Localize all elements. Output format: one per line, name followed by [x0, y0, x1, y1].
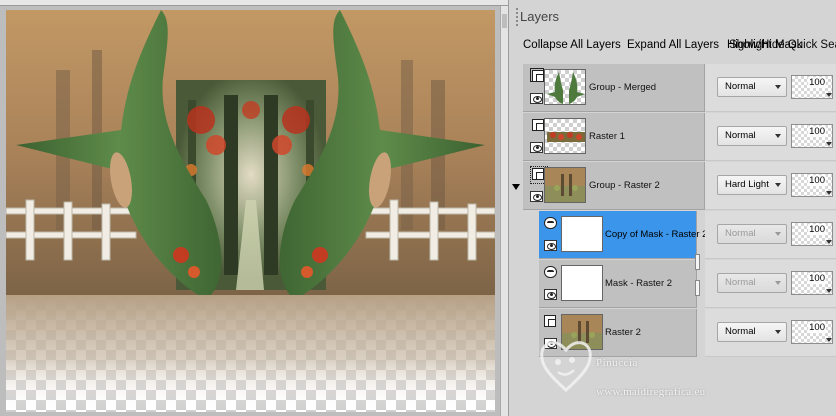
blend-mode-dropdown[interactable]: Normal: [717, 126, 787, 146]
chevron-down-icon: [775, 183, 781, 187]
blend-mode-dropdown: Normal: [717, 273, 787, 293]
layer-name: Copy of Mask - Raster 2: [605, 229, 708, 240]
chevron-down-icon: [775, 134, 781, 138]
layer-properties: Normal 100: [705, 260, 836, 308]
layer-properties: Normal 100: [705, 211, 836, 259]
eye-icon[interactable]: [544, 338, 557, 349]
opacity-field[interactable]: 100: [791, 320, 833, 344]
layer-row[interactable]: Copy of Mask - Raster 2 Normal 100: [509, 211, 836, 259]
layer-row[interactable]: Mask - Raster 2 Normal 100: [509, 260, 836, 308]
layer-thumbnail: [544, 167, 586, 203]
layer-thumbnail: [544, 118, 586, 154]
layer-name: Group - Raster 2: [589, 180, 660, 191]
spin-down-icon[interactable]: [826, 240, 832, 245]
mask-layer-icon: [544, 266, 557, 278]
layer-thumbnail: [561, 216, 603, 252]
chevron-down-icon: [775, 232, 781, 236]
opacity-value: 100: [808, 322, 826, 333]
canvas-top-strip: [0, 0, 508, 6]
collapse-all-layers-button[interactable]: Collapse All Layers: [523, 39, 621, 51]
mask-layer-icon: [544, 217, 557, 229]
blend-mode-value: Normal: [725, 81, 756, 92]
eye-icon[interactable]: [530, 142, 543, 153]
layer-row-main[interactable]: Mask - Raster 2: [539, 260, 697, 308]
spin-down-icon[interactable]: [826, 289, 832, 294]
layer-row[interactable]: Group - Raster 2 Hard Light 100: [509, 162, 836, 210]
blend-mode-value: Normal: [725, 326, 756, 337]
expand-arrow-icon[interactable]: [512, 184, 520, 190]
opacity-field[interactable]: 100: [791, 75, 833, 99]
raster-layer-icon: [544, 315, 556, 327]
layers-panel: Layers Collapse All Layers Expand All La…: [508, 0, 836, 416]
layer-row[interactable]: Raster 1 Normal 100: [509, 113, 836, 161]
layer-name: Mask - Raster 2: [605, 278, 673, 289]
raster-layer-icon: [532, 119, 544, 131]
app-window: Layers Collapse All Layers Expand All La…: [0, 0, 836, 416]
layer-row-main[interactable]: Group - Merged: [523, 64, 705, 112]
layer-thumbnail: [561, 314, 603, 350]
blend-mode-value: Normal: [725, 277, 756, 288]
column-splitter-handle[interactable]: [694, 254, 700, 314]
canvas-artwork: [6, 10, 495, 412]
opacity-value: 100: [808, 175, 826, 186]
layer-name: Raster 2: [605, 327, 641, 338]
layers-list: Group - Merged Normal 100 Raster 1 Norma…: [509, 64, 836, 416]
group-layer-icon: [530, 68, 544, 82]
layer-name: Group - Merged: [589, 82, 657, 93]
opacity-field[interactable]: 100: [791, 271, 833, 295]
layer-row-main[interactable]: Group - Raster 2: [523, 162, 705, 210]
blend-mode-dropdown[interactable]: Normal: [717, 77, 787, 97]
eye-icon[interactable]: [530, 93, 543, 104]
layer-properties: Normal 100: [705, 309, 836, 357]
blend-mode-value: Hard Light: [725, 179, 769, 190]
spin-down-icon[interactable]: [826, 191, 832, 196]
group-layer-icon: [530, 166, 548, 184]
layer-row-main[interactable]: Copy of Mask - Raster 2: [539, 211, 707, 259]
layer-thumbnail: [544, 69, 586, 105]
canvas-vertical-scrollbar[interactable]: [500, 6, 508, 416]
chevron-down-icon: [775, 281, 781, 285]
canvas-area[interactable]: [0, 0, 508, 416]
layer-properties: Normal 100: [705, 64, 836, 112]
eye-icon[interactable]: [530, 191, 543, 202]
layer-thumbnail: [561, 265, 603, 301]
eye-icon[interactable]: [544, 240, 557, 251]
opacity-value: 100: [808, 77, 826, 88]
opacity-value: 100: [808, 224, 826, 235]
spin-down-icon[interactable]: [826, 142, 832, 147]
opacity-value: 100: [808, 273, 826, 284]
blend-mode-value: Normal: [725, 130, 756, 141]
opacity-value: 100: [808, 126, 826, 137]
layers-toolbar: Collapse All Layers Expand All Layers Hi…: [509, 36, 836, 58]
opacity-field[interactable]: 100: [791, 173, 833, 197]
opacity-field[interactable]: 100: [791, 222, 833, 246]
opacity-field[interactable]: 100: [791, 124, 833, 148]
panel-title: Layers: [520, 9, 560, 24]
blend-mode-value: Normal: [725, 228, 756, 239]
eye-icon[interactable]: [544, 289, 557, 300]
spin-down-icon[interactable]: [826, 338, 832, 343]
layer-row[interactable]: Group - Merged Normal 100: [509, 64, 836, 112]
panel-grip-handle[interactable]: [516, 8, 518, 28]
layer-properties: Normal 100: [705, 113, 836, 161]
blend-mode-dropdown[interactable]: Hard Light: [717, 175, 787, 195]
layer-row-main[interactable]: Raster 2: [539, 309, 697, 357]
canvas-image[interactable]: [6, 10, 495, 412]
layer-name: Raster 1: [589, 131, 625, 142]
spin-down-icon[interactable]: [826, 93, 832, 98]
show-hide-quick-search-button[interactable]: Show/Hide Quick Search: [729, 39, 836, 51]
blend-mode-dropdown[interactable]: Normal: [717, 322, 787, 342]
chevron-down-icon: [775, 85, 781, 89]
chevron-down-icon: [775, 330, 781, 334]
expand-all-layers-button[interactable]: Expand All Layers: [627, 39, 719, 51]
layer-properties: Hard Light 100: [705, 162, 836, 210]
layer-row-main[interactable]: Raster 1: [523, 113, 705, 161]
layer-row[interactable]: Raster 2 Normal 100: [509, 309, 836, 357]
blend-mode-dropdown: Normal: [717, 224, 787, 244]
